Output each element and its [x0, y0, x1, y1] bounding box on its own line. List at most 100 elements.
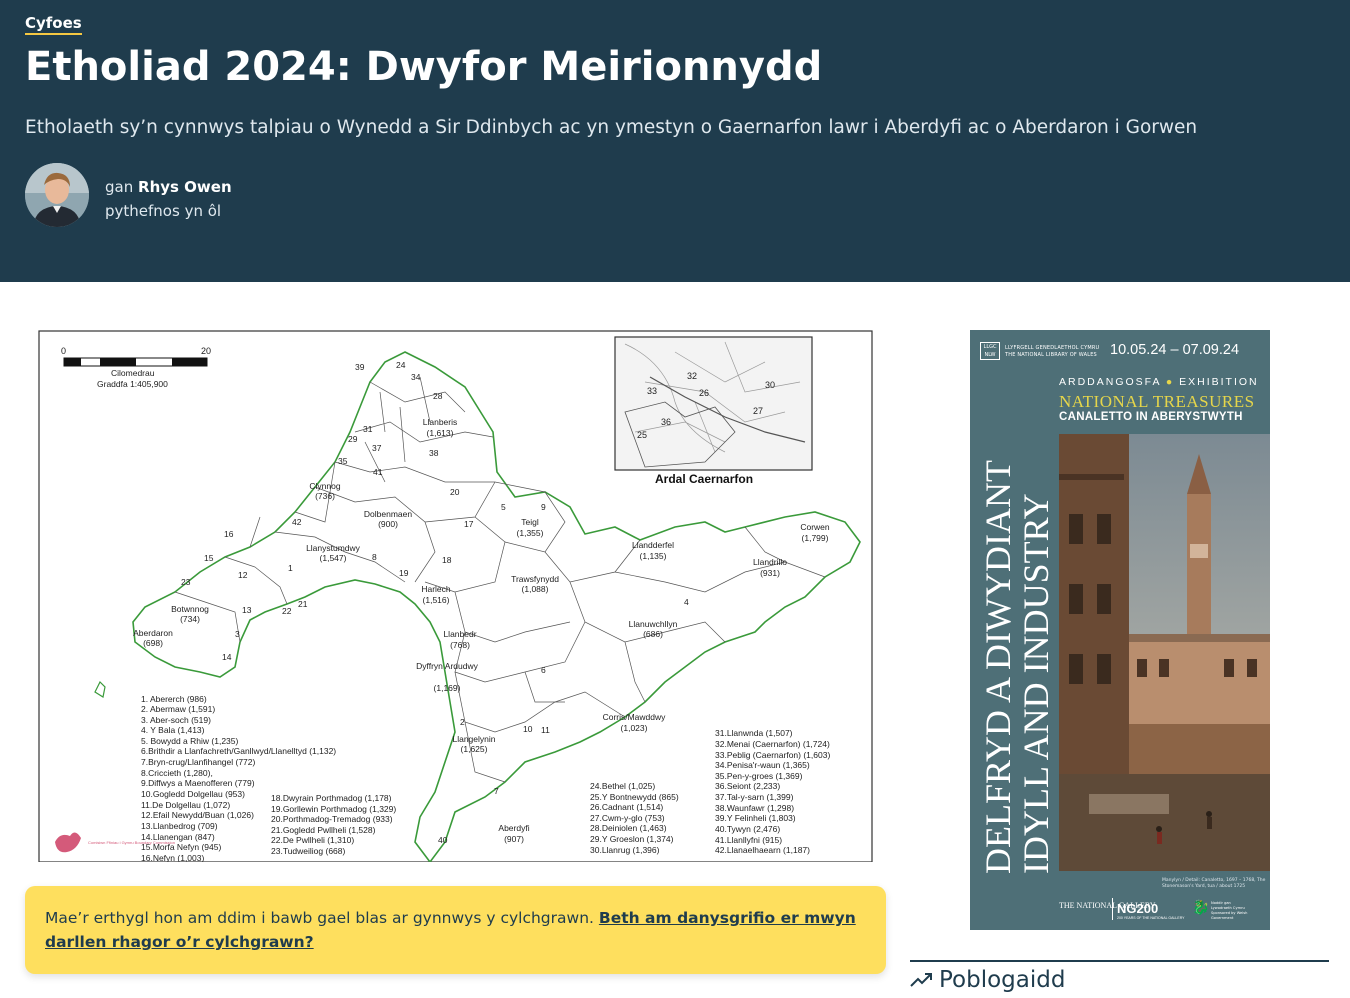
author-link[interactable]: Rhys Owen	[138, 178, 232, 196]
legend-item: 18.Dwyrain Porthmadog (1,178)	[271, 793, 392, 803]
map-place-count: (900)	[378, 519, 398, 529]
svg-text:23: 23	[181, 577, 191, 587]
svg-text:5: 5	[501, 502, 506, 512]
svg-text:38: 38	[429, 448, 439, 458]
legend-item: 31.Llanwnda (1,507)	[715, 728, 793, 738]
svg-text:28: 28	[433, 391, 443, 401]
legend-item: 13.Llanbedrog (709)	[141, 821, 218, 831]
legend-item: 20.Porthmadog-Tremadog (933)	[271, 814, 393, 824]
popular-section: Poblogaidd	[910, 960, 1329, 993]
svg-text:10: 10	[523, 724, 533, 734]
legend-item: 16.Nefyn (1,003)	[141, 853, 204, 862]
nlw-logo: LLGC NLW	[980, 342, 1000, 360]
ad-subtitle: CANALETTO IN ABERYSTWYTH	[1059, 411, 1243, 423]
map-place: Dyffryn Ardudwy	[416, 661, 478, 671]
popular-heading: Poblogaidd	[910, 967, 1329, 993]
svg-text:27: 27	[753, 406, 763, 416]
legend-item: 12.Efail Newydd/Buan (1,026)	[141, 810, 254, 820]
legend-item: 7.Bryn-crug/Llanfihangel (772)	[141, 757, 256, 767]
ad-exhibition-label: ARDDANGOSFA ● EXHIBITION	[1059, 376, 1259, 388]
legend-item: 34.Penisa'r-waun (1,365)	[715, 760, 810, 770]
map-place: Llanbedr	[443, 629, 476, 639]
exhibition-ad[interactable]: LLGC NLW LLYFRGELL GENEDLAETHOL CYMRU TH…	[970, 330, 1270, 930]
map-place-count: (1,169)	[434, 683, 461, 693]
svg-text:17: 17	[464, 519, 474, 529]
trending-up-icon	[910, 973, 932, 987]
nlw-name-cy: LLYFRGELL GENEDLAETHOL CYMRU	[1005, 345, 1100, 351]
logo-divider	[1112, 898, 1113, 920]
svg-text:22: 22	[282, 606, 292, 616]
map-place-count: (1,516)	[423, 595, 450, 605]
ad-title: NATIONAL TREASURES	[1059, 392, 1255, 411]
notice-text: Mae’r erthygl hon am ddim i bawb gael bl…	[45, 909, 594, 927]
svg-text:13: 13	[242, 605, 252, 615]
nlw-name: LLYFRGELL GENEDLAETHOL CYMRU THE NATIONA…	[1005, 345, 1099, 359]
svg-text:25: 25	[637, 430, 647, 440]
vertical-title-cy: DELFRYD A DIWYDIANT	[980, 460, 1018, 874]
legend-item: 4. Y Bala (1,413)	[141, 725, 205, 735]
map-place-count: (1,023)	[621, 723, 648, 733]
ng200-logo: NG200 200 YEARS OF THE NATIONAL GALLERY	[1117, 901, 1185, 920]
map-place: Botwnnog	[171, 604, 209, 614]
legend-item: 42.Llanaelhaearn (1,187)	[715, 845, 810, 855]
legend-item: 1. Abererch (986)	[141, 694, 207, 704]
legend-item: 8.Criccieth (1,280),	[141, 768, 213, 778]
author-avatar[interactable]	[25, 163, 89, 227]
publish-time: pythefnos yn ôl	[105, 202, 222, 220]
ad-vertical-title: DELFRYD A DIWYDIANT IDYLL AND INDUSTRY	[980, 460, 1055, 874]
map-place-count: (768)	[450, 640, 470, 650]
legend-item: 26.Cadnant (1,514)	[590, 802, 663, 812]
svg-text:9: 9	[541, 502, 546, 512]
dragon-icon: 🐉	[1192, 900, 1210, 916]
painting-caption: Manylyn / Detail: Canaletto, 1697 – 1768…	[1162, 878, 1266, 889]
legend-item: 21.Gogledd Pwllheli (1,528)	[271, 825, 376, 835]
map-place: Trawsfynydd	[511, 574, 559, 584]
legend-item: 11.De Dolgellau (1,072)	[141, 800, 230, 810]
nlw-name-en: THE NATIONAL LIBRARY OF WALES	[1005, 352, 1097, 358]
ad-sponsors: THE NATIONAL GALLERY NG200 200 YEARS OF …	[1059, 898, 1264, 922]
svg-text:6: 6	[541, 665, 546, 675]
constituency-map[interactable]: 0 20 Cilomedrau Graddfa 1:405,900 32 30 3…	[25, 322, 886, 862]
ad-dates: 10.05.24 – 07.09.24	[1110, 342, 1240, 358]
map-place: Llangelynin	[452, 734, 495, 744]
svg-text:30: 30	[765, 380, 775, 390]
canaletto-painting	[1059, 434, 1270, 871]
legend-item: 9.Diffwys a Maenofferen (779)	[141, 778, 255, 788]
commission-logo-text: Comisiwn Ffiniau i Gymru Boundary Commis…	[88, 840, 175, 845]
legend-item: 28.Deiniolen (1,463)	[590, 823, 667, 833]
legend-item: 29.Y Groeslon (1,374)	[590, 834, 674, 844]
svg-text:37: 37	[372, 443, 382, 453]
svg-text:34: 34	[411, 372, 421, 382]
page-title: Etholiad 2024: Dwyfor Meirionnydd	[25, 44, 823, 90]
svg-text:24: 24	[396, 360, 406, 370]
svg-text:14: 14	[222, 652, 232, 662]
map-place-count: (698)	[143, 638, 163, 648]
byline: gan Rhys Owen pythefnos yn ôl	[105, 177, 232, 221]
svg-text:15: 15	[204, 553, 214, 563]
legend-item: 41.Llanllyfni (915)	[715, 835, 782, 845]
legend-item: 38.Waunfawr (1,298)	[715, 803, 794, 813]
svg-text:7: 7	[494, 786, 499, 796]
map-place-count: (686)	[643, 629, 663, 639]
byline-prefix: gan	[105, 178, 134, 196]
legend-item: 35.Pen-y-groes (1,369)	[715, 771, 803, 781]
svg-text:40: 40	[438, 835, 448, 845]
map-place-count: (1,135)	[640, 551, 667, 561]
svg-text:39: 39	[355, 362, 365, 372]
category-link[interactable]: Cyfoes	[25, 14, 82, 35]
separator-dot-icon: ●	[1160, 376, 1180, 388]
legend-item: 5. Bowydd a Rhiw (1,235)	[141, 736, 238, 746]
map-place: Corwen	[800, 522, 830, 532]
map-place-count: (1,625)	[461, 744, 488, 754]
legend-item: 23.Tudweiliog (668)	[271, 846, 346, 856]
svg-text:41: 41	[373, 467, 383, 477]
map-place: Clynnog	[309, 481, 340, 491]
scale-unit: Cilomedrau	[111, 368, 155, 378]
map-place-count: (1,547)	[320, 553, 347, 563]
map-place: Llandrillo	[753, 557, 787, 567]
svg-text:35: 35	[338, 456, 348, 466]
scale-ratio: Graddfa 1:405,900	[97, 379, 168, 389]
map-place: Aberdyfi	[498, 823, 529, 833]
map-place-count: (1,355)	[517, 528, 544, 538]
inset-title: Ardal Caernarfon	[655, 472, 753, 486]
